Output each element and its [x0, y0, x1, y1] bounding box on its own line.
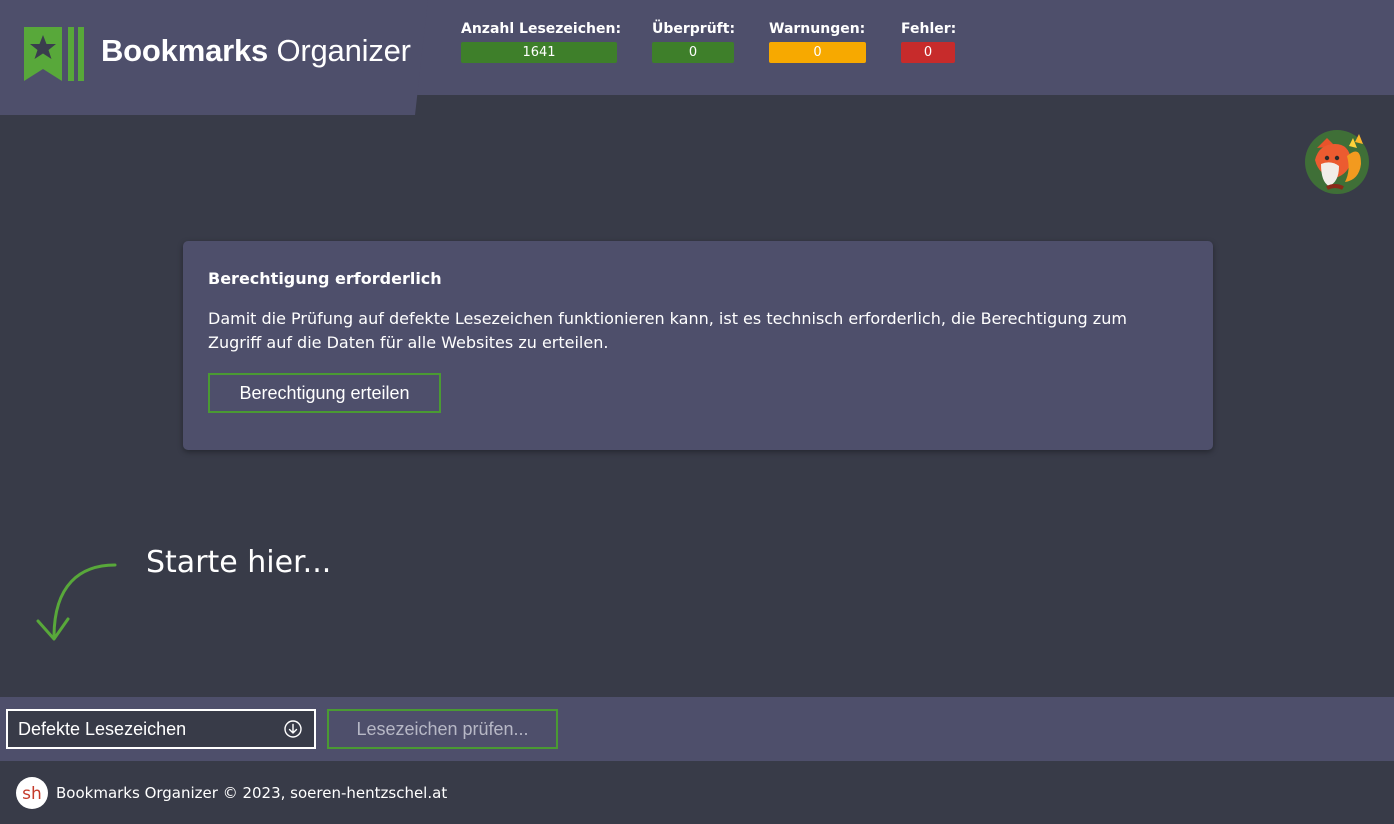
- grant-permission-button[interactable]: Berechtigung erteilen: [208, 373, 441, 413]
- stat-checked-label: Überprüft:: [652, 21, 736, 37]
- mode-select[interactable]: Defekte Lesezeichen: [6, 709, 316, 749]
- bookmark-star-icon: [24, 27, 84, 81]
- permission-card-text: Damit die Prüfung auf defekte Lesezeiche…: [208, 309, 1127, 352]
- curved-arrow-down-icon: [36, 563, 117, 641]
- author-logo-icon[interactable]: sh: [16, 777, 48, 809]
- footer: sh Bookmarks Organizer © 2023, soeren-he…: [0, 761, 1394, 824]
- stat-errors-value: 0: [901, 42, 955, 63]
- stat-checked: Überprüft: 0: [652, 20, 736, 63]
- stat-warnings-value: 0: [769, 42, 866, 63]
- stat-warnings-label: Warnungen:: [769, 21, 866, 37]
- fox-avatar-icon[interactable]: [1305, 130, 1369, 194]
- stat-checked-value: 0: [652, 42, 734, 63]
- stat-total-value: 1641: [461, 42, 617, 63]
- stat-warnings: Warnungen: 0: [769, 20, 866, 63]
- permission-card-title: Berechtigung erforderlich: [208, 269, 442, 288]
- app-title-light: Organizer: [276, 33, 411, 68]
- app-title: Bookmarks Organizer: [101, 33, 411, 69]
- bottom-toolbar: Defekte Lesezeichen Lesezeichen prüfen..…: [0, 697, 1394, 761]
- app-title-bold: Bookmarks: [101, 33, 269, 68]
- mode-select-value: Defekte Lesezeichen: [18, 719, 187, 739]
- stat-errors: Fehler: 0: [901, 20, 957, 63]
- permission-card: Berechtigung erforderlich Damit die Prüf…: [183, 241, 1213, 450]
- logo-area: Bookmarks Organizer: [0, 0, 428, 115]
- start-hint-text: Starte hier...: [146, 545, 332, 580]
- circle-arrow-down-icon: [284, 720, 302, 738]
- footer-copyright: Bookmarks Organizer © 2023, soeren-hentz…: [56, 784, 448, 802]
- stat-total-label: Anzahl Lesezeichen:: [461, 21, 622, 37]
- stat-total: Anzahl Lesezeichen: 1641: [461, 20, 622, 63]
- check-bookmarks-button[interactable]: Lesezeichen prüfen...: [327, 709, 558, 749]
- author-logo-text: sh: [22, 784, 42, 804]
- stat-errors-label: Fehler:: [901, 21, 957, 37]
